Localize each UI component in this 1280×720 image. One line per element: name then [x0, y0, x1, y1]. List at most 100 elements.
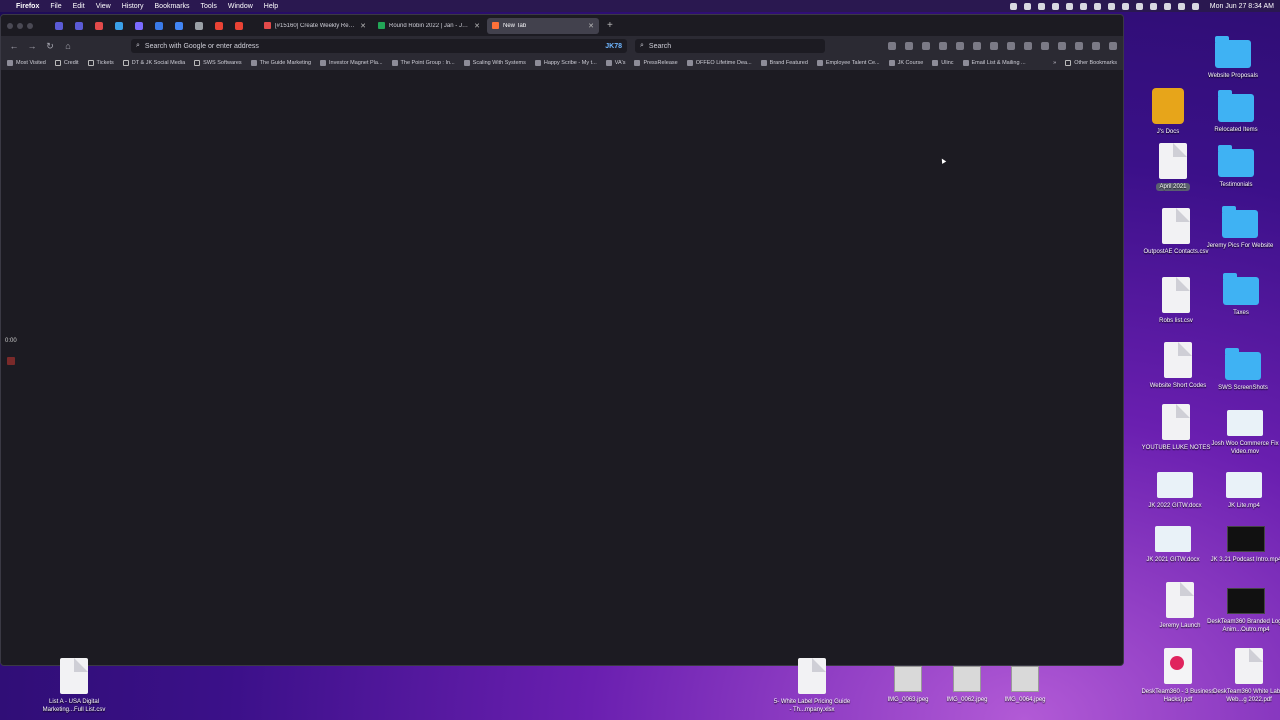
bookmark-item[interactable]: VA's — [605, 60, 625, 66]
minimize-window-button[interactable] — [17, 22, 23, 29]
desktop-item[interactable]: YOUTUBE LUKE NOTES — [1137, 404, 1215, 452]
pinned-tab[interactable] — [153, 20, 165, 32]
bookmark-item[interactable]: Scaling With Systems — [463, 60, 526, 66]
status-icon[interactable] — [1107, 2, 1115, 10]
reload-icon[interactable]: ↻ — [43, 41, 57, 52]
home-icon[interactable]: ⌂ — [61, 41, 75, 51]
tab-new-tab[interactable]: New Tab ✕ — [487, 17, 599, 34]
search-bar[interactable]: ⌕ Search — [635, 39, 825, 53]
extension-icon[interactable] — [1075, 42, 1083, 50]
menu-edit[interactable]: Edit — [73, 3, 85, 10]
pinned-tab[interactable] — [193, 20, 205, 32]
bookmark-item[interactable]: PressRelease — [634, 60, 678, 66]
close-tab-icon[interactable]: ✕ — [474, 22, 480, 30]
desktop-item[interactable]: DeskTeam360 - 3 Business Hacks).pdf — [1139, 648, 1217, 704]
desktop-item[interactable]: Josh Woo Commerce Fix Video.mov — [1206, 404, 1280, 456]
close-tab-icon[interactable]: ✕ — [360, 22, 366, 30]
menu-view[interactable]: View — [96, 3, 111, 10]
bluetooth-icon[interactable] — [1121, 2, 1129, 10]
bookmark-item[interactable]: Credit — [54, 60, 79, 66]
desktop-item[interactable]: 5- White Label Pricing Guide - Th...mpan… — [773, 658, 851, 714]
search-icon[interactable] — [1177, 2, 1185, 10]
control-center-icon[interactable] — [1191, 2, 1199, 10]
bookmark-item[interactable]: SWS Softwares — [194, 60, 242, 66]
pinned-tab[interactable] — [213, 20, 225, 32]
bookmark-item[interactable]: Employee Talent Ce... — [816, 60, 880, 66]
pocket-icon[interactable] — [888, 42, 896, 50]
forward-icon[interactable]: → — [25, 41, 39, 51]
pinned-tab[interactable] — [233, 20, 245, 32]
status-icon[interactable] — [1093, 2, 1101, 10]
bookmark-item[interactable]: The Guide Marketing — [250, 60, 311, 66]
bookmark-item[interactable]: Ulinc — [932, 60, 954, 66]
desktop-item[interactable]: DeskTeam360 White Label Web...g 2022.pdf — [1210, 648, 1280, 704]
bookmark-item[interactable]: Happy Scribe - My t... — [534, 60, 597, 66]
bookmark-item[interactable]: DT & JK Social Media — [122, 60, 185, 66]
tab-create-weekly[interactable]: [#15160] Create Weekly Recurri ✕ — [259, 18, 371, 34]
tab-round-robin[interactable]: Round Robin 2022 | Jan - June ✕ — [373, 18, 485, 34]
sidebar-icon[interactable] — [922, 42, 930, 50]
status-icon[interactable] — [1079, 2, 1087, 10]
record-stop-button[interactable] — [7, 357, 15, 365]
desktop-item[interactable]: List A - USA Digital Marketing...Full Li… — [35, 658, 113, 714]
battery-icon[interactable] — [1163, 2, 1171, 10]
bookmark-item[interactable]: Email List & Mailing ... — [962, 60, 1026, 66]
desktop-item[interactable]: DeskTeam360 Branded Logo Anim...Outro.mp… — [1207, 582, 1280, 634]
bookmark-item[interactable]: Tickets — [87, 60, 114, 66]
extension-icon[interactable] — [1041, 42, 1049, 50]
desktop-item[interactable]: Testimonials — [1197, 143, 1275, 189]
status-icon[interactable] — [1037, 2, 1045, 10]
extension-icon[interactable] — [973, 42, 981, 50]
extension-icon[interactable] — [1007, 42, 1015, 50]
extension-icon[interactable] — [956, 42, 964, 50]
desktop-item[interactable]: SWS ScreenShots — [1204, 346, 1280, 392]
extension-icon[interactable] — [1024, 42, 1032, 50]
desktop-item[interactable]: JK 3.21 Podcast Intro.mp4 — [1207, 520, 1280, 564]
bookmark-item[interactable]: OFFEO Lifetime Dea... — [686, 60, 752, 66]
desktop-item[interactable]: Relocated Items — [1197, 88, 1275, 134]
extension-icon[interactable] — [939, 42, 947, 50]
new-tab-button[interactable]: + — [607, 20, 613, 31]
menu-window[interactable]: Window — [228, 3, 253, 10]
url-bar[interactable]: ⌕ Search with Google or enter address JK… — [131, 39, 627, 53]
menu-tools[interactable]: Tools — [201, 3, 217, 10]
desktop-item[interactable]: JK 2022 GITW.docx — [1136, 466, 1214, 510]
bookmark-item[interactable]: The Point Group : In... — [391, 60, 455, 66]
menu-history[interactable]: History — [122, 3, 144, 10]
hamburger-menu-icon[interactable] — [1109, 42, 1117, 50]
bookmarks-overflow-chevron-icon[interactable]: » — [1053, 60, 1056, 66]
pinned-tab[interactable] — [173, 20, 185, 32]
url-input[interactable]: Search with Google or enter address — [145, 43, 600, 50]
menu-help[interactable]: Help — [264, 3, 278, 10]
bookmark-item[interactable]: Brand Featured — [760, 60, 808, 66]
bookmark-item[interactable]: JK Course — [888, 60, 923, 66]
pinned-tab[interactable] — [93, 20, 105, 32]
menu-bookmarks[interactable]: Bookmarks — [155, 3, 190, 10]
desktop-item[interactable]: Website Proposals — [1194, 34, 1272, 80]
library-icon[interactable] — [905, 42, 913, 50]
status-icon[interactable] — [1023, 2, 1031, 10]
status-icon[interactable] — [1065, 2, 1073, 10]
menubar-clock[interactable]: Mon Jun 27 8:34 AM — [1210, 3, 1274, 10]
zoom-window-button[interactable] — [27, 22, 33, 29]
desktop-item[interactable]: Jeremy Pics For Website — [1201, 204, 1279, 250]
wifi-icon[interactable] — [1135, 2, 1143, 10]
bookmark-item[interactable]: Most Visited — [7, 60, 46, 66]
close-tab-icon[interactable]: ✕ — [588, 22, 594, 30]
close-window-button[interactable] — [7, 22, 13, 29]
pinned-tab[interactable] — [133, 20, 145, 32]
menu-app[interactable]: Firefox — [16, 3, 39, 10]
pinned-tab[interactable] — [113, 20, 125, 32]
desktop-item[interactable]: J's Docs — [1129, 88, 1207, 136]
pinned-tab[interactable] — [73, 20, 85, 32]
desktop-item[interactable]: Taxes — [1202, 271, 1280, 317]
bookmark-item[interactable]: Investor Magnet Pla... — [320, 60, 383, 66]
status-icon[interactable] — [1051, 2, 1059, 10]
extension-icon[interactable] — [990, 42, 998, 50]
volume-icon[interactable] — [1149, 2, 1157, 10]
extension-icon[interactable] — [1058, 42, 1066, 50]
menu-file[interactable]: File — [50, 3, 61, 10]
search-input[interactable]: Search — [649, 43, 671, 50]
other-bookmarks[interactable]: Other Bookmarks — [1065, 60, 1117, 66]
desktop-item[interactable]: JK Lite.mp4 — [1205, 466, 1280, 510]
